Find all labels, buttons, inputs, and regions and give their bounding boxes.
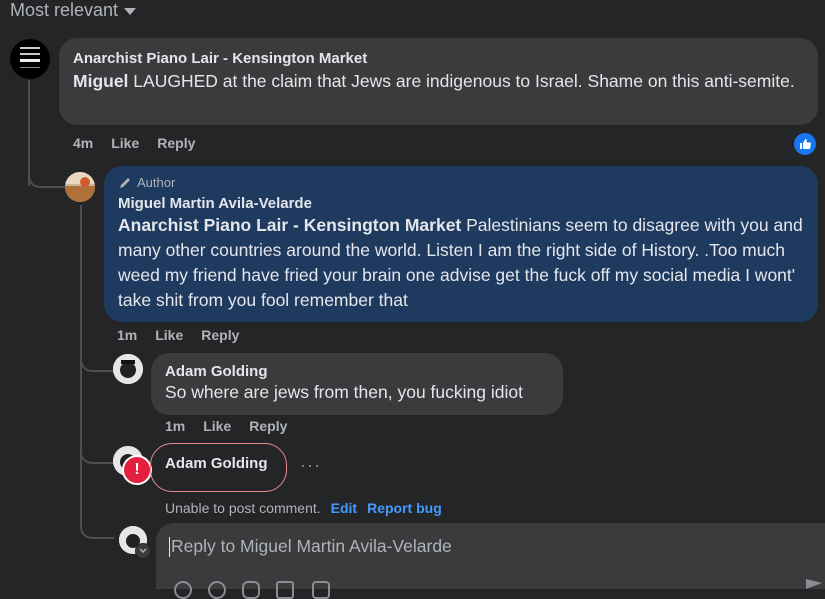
reply-button[interactable]: Reply (249, 418, 287, 434)
thread-line (80, 515, 114, 539)
edit-link[interactable]: Edit (331, 500, 357, 516)
failed-comment-bubble: Adam Golding (150, 443, 287, 492)
comment-actions: 1m Like Reply (117, 327, 239, 343)
avatar-image (65, 172, 95, 202)
gif-icon[interactable] (276, 581, 294, 599)
sort-dropdown[interactable]: Most relevant (10, 0, 137, 21)
sticker-icon[interactable] (312, 581, 330, 599)
thread-line (80, 350, 114, 372)
comment-text: Miguel LAUGHED at the claim that Jews ar… (73, 69, 804, 94)
reply-input[interactable]: Reply to Miguel Martin Avila-Velarde (171, 536, 452, 557)
report-bug-link[interactable]: Report bug (367, 500, 442, 516)
error-message: Unable to post comment. (165, 500, 321, 516)
mention-link[interactable]: Anarchist Piano Lair - Kensington Market (118, 215, 461, 235)
thumbs-up-icon (800, 139, 811, 149)
pencil-icon (120, 177, 130, 188)
mention-link[interactable]: Miguel (73, 71, 128, 91)
chevron-down-icon (124, 8, 137, 15)
comment-time[interactable]: 1m (117, 327, 137, 343)
camera-icon[interactable] (242, 581, 260, 599)
comment-body: LAUGHED at the claim that Jews are indig… (128, 71, 795, 91)
reply-composer[interactable]: Reply to Miguel Martin Avila-Velarde (156, 523, 825, 599)
comment-author[interactable]: Miguel Martin Avila-Velarde (118, 195, 804, 212)
comment-text: Anarchist Piano Lair - Kensington Market… (118, 213, 804, 313)
send-icon[interactable] (806, 579, 822, 589)
comment-actions: 4m Like Reply (73, 135, 195, 151)
more-options-icon[interactable]: ··· (300, 455, 321, 476)
piano-lair-logo (20, 47, 40, 68)
thread-line (28, 170, 66, 188)
chevron-down-icon-glyph (139, 548, 147, 554)
avatar-sticker-icon[interactable] (174, 581, 192, 599)
text-cursor (169, 537, 170, 557)
comment-time[interactable]: 4m (73, 135, 93, 151)
avatar[interactable] (113, 354, 143, 384)
avatar-image (113, 354, 143, 384)
like-button[interactable]: Like (155, 327, 183, 343)
sort-label: Most relevant (10, 0, 119, 20)
like-button[interactable]: Like (111, 135, 139, 151)
author-badge-label: Author (137, 175, 176, 190)
comment-actions: 1m Like Reply (165, 418, 287, 434)
comment-author[interactable]: Adam Golding (165, 363, 549, 380)
comment-bubble: Anarchist Piano Lair - Kensington Market… (59, 38, 818, 125)
comment-time[interactable]: 1m (165, 418, 185, 434)
emoji-icon[interactable] (208, 581, 226, 599)
comment-text: So where are jews from then, you fucking… (165, 382, 523, 402)
like-reaction-badge[interactable] (792, 131, 818, 157)
reply-button[interactable]: Reply (201, 327, 239, 343)
comment-author[interactable]: Anarchist Piano Lair - Kensington Market (73, 50, 804, 67)
comment-bubble: Adam Golding So where are jews from then… (151, 353, 563, 415)
reply-button[interactable]: Reply (157, 135, 195, 151)
thread-line (80, 440, 114, 464)
comment-author[interactable]: Adam Golding (165, 455, 272, 472)
avatar[interactable] (65, 172, 95, 202)
author-badge: Author (118, 175, 804, 190)
chevron-down-icon[interactable] (135, 543, 151, 559)
avatar[interactable] (10, 39, 50, 79)
like-button[interactable]: Like (203, 418, 231, 434)
error-message-row: Unable to post comment. Edit Report bug (165, 500, 442, 516)
author-comment-bubble: Author Miguel Martin Avila-Velarde Anarc… (104, 166, 818, 322)
error-icon: ! (122, 455, 152, 485)
